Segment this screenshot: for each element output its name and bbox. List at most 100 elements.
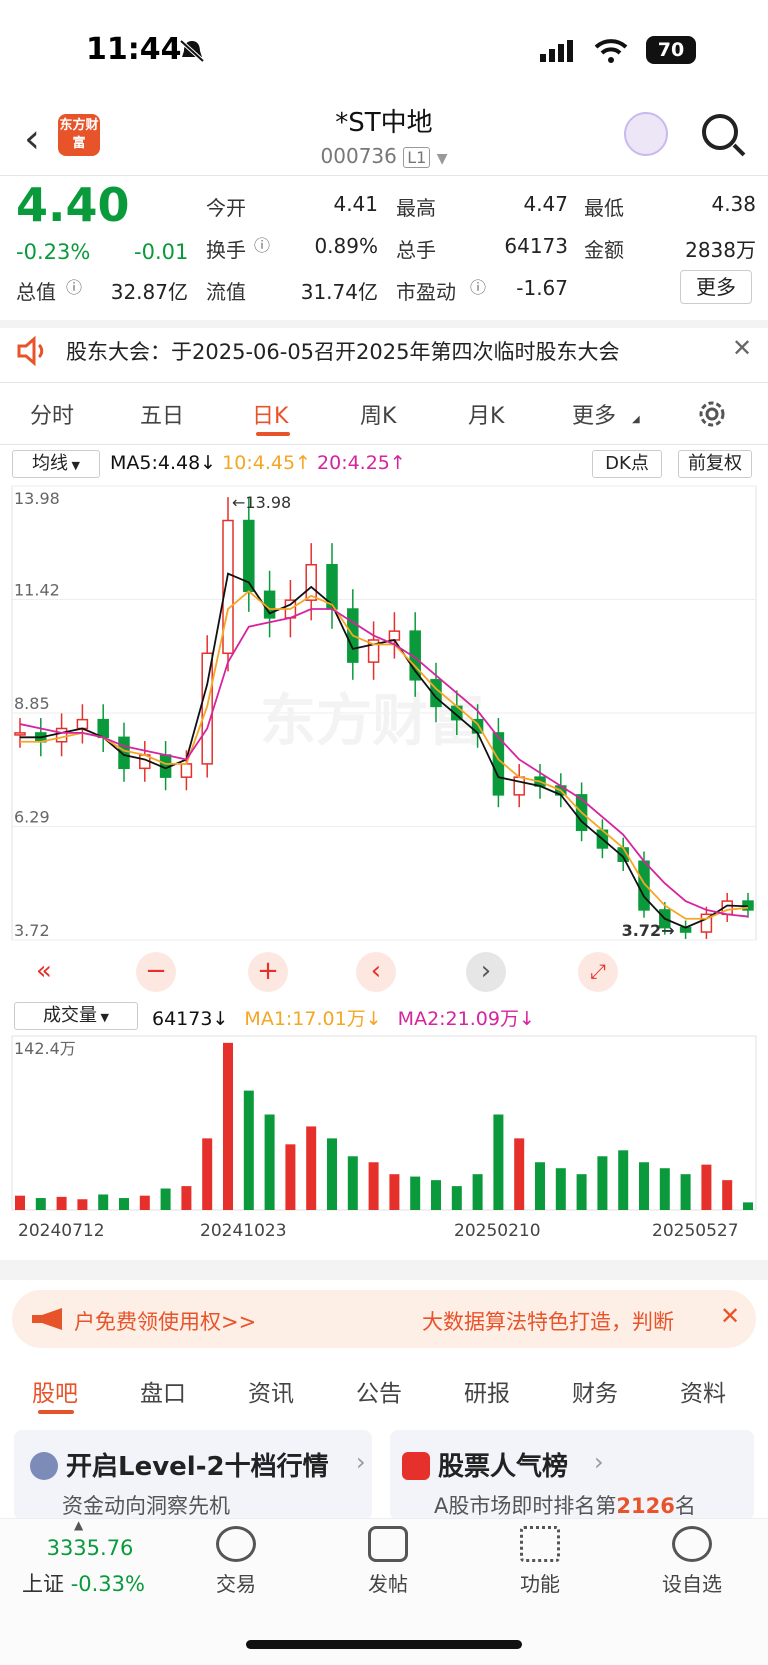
- subtab-announcements[interactable]: 公告: [356, 1374, 402, 1408]
- notice-text[interactable]: 股东大会：于2025-06-05召开2025年第四次临时股东大会: [66, 336, 619, 366]
- info-icon[interactable]: ⓘ: [66, 274, 82, 298]
- subtab-news[interactable]: 资讯: [248, 1374, 294, 1408]
- volume-max-label: 142.4万: [14, 1039, 76, 1058]
- index-value[interactable]: 3335.76: [30, 1536, 150, 1560]
- search-icon[interactable]: [702, 114, 738, 150]
- volume-bar: [181, 1186, 192, 1210]
- tab-monthly-k[interactable]: 月K: [468, 398, 504, 430]
- tab-weekly-k[interactable]: 周K: [360, 398, 396, 430]
- zoom-out-icon[interactable]: −: [136, 952, 176, 992]
- volume-current: 64173↓: [152, 1008, 229, 1030]
- float-cap-label: 流值: [206, 280, 246, 304]
- nav-watchlist[interactable]: 设自选: [642, 1568, 742, 1597]
- zoom-in-icon[interactable]: +: [248, 952, 288, 992]
- adjust-button[interactable]: 前复权: [678, 450, 752, 478]
- level2-subtitle: 资金动向洞察先机: [62, 1494, 230, 1518]
- promo-left-text: 户免费领使用权>>: [74, 1310, 257, 1334]
- level2-card[interactable]: 开启Level-2十档行情 › 资金动向洞察先机: [14, 1430, 372, 1520]
- index-row[interactable]: 上证 -0.33%: [22, 1568, 145, 1598]
- volume-bar: [451, 1186, 462, 1210]
- volume-bar: [264, 1114, 275, 1210]
- volume-bar: [514, 1138, 525, 1210]
- close-icon[interactable]: ✕: [720, 1302, 740, 1330]
- subtab-pankou[interactable]: 盘口: [140, 1374, 186, 1408]
- watermark: 东方财富: [260, 689, 484, 754]
- volume-bar: [243, 1090, 254, 1210]
- dk-point-label: DK点: [605, 453, 649, 474]
- subtab-guba[interactable]: 股吧: [32, 1374, 78, 1408]
- subtab-finance[interactable]: 财务: [572, 1374, 618, 1408]
- index-pct: -0.33%: [70, 1572, 145, 1596]
- volume-indicator-select[interactable]: 成交量 ▼: [14, 1002, 138, 1030]
- low-value: 4.38: [711, 192, 756, 216]
- level-badge: L1: [403, 147, 431, 168]
- high-marker: ←13.98: [232, 493, 291, 512]
- tab-underline: [256, 432, 290, 436]
- watchlist-icon[interactable]: [672, 1526, 712, 1562]
- volume-bar: [389, 1174, 400, 1210]
- home-indicator: [246, 1640, 522, 1649]
- nav-post[interactable]: 发帖: [338, 1568, 438, 1597]
- volume-bar: [535, 1162, 545, 1210]
- chevron-down-icon: ▼: [97, 1011, 109, 1024]
- index-name: 上证: [22, 1572, 64, 1596]
- functions-icon[interactable]: [520, 1526, 560, 1562]
- chevron-down-icon: ▼: [68, 459, 80, 472]
- robot-assistant-icon[interactable]: [624, 112, 668, 156]
- trade-icon[interactable]: [216, 1526, 256, 1562]
- volume-legend: 64173↓ MA1:17.01万↓ MA2:21.09万↓: [152, 1004, 535, 1031]
- volume-bar: [555, 1168, 566, 1210]
- candle-body: [97, 718, 109, 739]
- kline-chart[interactable]: 13.98 11.42 8.85 6.29 3.72 东方财富 ←13.98 3.72→: [0, 480, 768, 1000]
- low-label: 最低: [584, 196, 624, 220]
- last-price: 4.40: [16, 178, 130, 232]
- tab-intraday[interactable]: 分时: [30, 398, 74, 430]
- subtab-profile[interactable]: 资料: [680, 1374, 726, 1408]
- fast-back-icon[interactable]: «: [36, 956, 52, 986]
- vol-ma2: MA2:21.09万↓: [397, 1008, 535, 1030]
- volume-bar: [202, 1138, 213, 1210]
- fullscreen-icon[interactable]: ⤢: [578, 952, 618, 992]
- candle-body: [76, 718, 89, 730]
- indicator-select[interactable]: 均线 ▼: [12, 450, 100, 478]
- post-icon[interactable]: [368, 1526, 408, 1562]
- tab-five-day[interactable]: 五日: [140, 398, 184, 430]
- pan-right-icon[interactable]: ›: [466, 952, 506, 992]
- volume-bar: [347, 1156, 358, 1210]
- y-tick-label: 3.72: [14, 921, 50, 940]
- tab-more[interactable]: 更多: [572, 398, 616, 430]
- low-marker: 3.72→: [622, 921, 675, 940]
- volume-bar: [368, 1162, 379, 1210]
- volume-bar: [659, 1168, 670, 1210]
- candle-body: [388, 630, 401, 641]
- open-label: 今开: [206, 196, 246, 220]
- dk-point-button[interactable]: DK点: [592, 450, 662, 478]
- volume-chart[interactable]: 142.4万 20240712 20241023 20250210 20250527: [0, 1032, 768, 1242]
- nav-trade[interactable]: 交易: [186, 1568, 286, 1597]
- volume-bar: [597, 1156, 608, 1210]
- close-icon[interactable]: ✕: [732, 334, 752, 362]
- info-icon[interactable]: ⓘ: [254, 232, 270, 256]
- volume-bar: [472, 1174, 483, 1210]
- popularity-sub-prefix: A股市场即时排名第: [434, 1494, 617, 1518]
- subtab-research[interactable]: 研报: [464, 1374, 510, 1408]
- battery-indicator: 70: [646, 36, 696, 64]
- ma10-value: 10:4.45↑: [222, 452, 311, 474]
- tab-daily-k[interactable]: 日K: [252, 398, 288, 430]
- pe-value: -1.67: [516, 276, 568, 300]
- volume-bar: [431, 1180, 441, 1210]
- pe-label: 市盈动: [396, 280, 456, 304]
- ma20-value: 20:4.25↑: [317, 452, 406, 474]
- level2-title: 开启Level-2十档行情: [66, 1452, 329, 1482]
- nav-functions[interactable]: 功能: [490, 1568, 590, 1597]
- promo-banner[interactable]: 户免费领使用权>> 大数据算法特色打造，判断 ✕: [12, 1290, 756, 1348]
- info-icon[interactable]: ⓘ: [470, 274, 486, 298]
- popularity-card[interactable]: 股票人气榜 › A股市场即时排名第2126名: [390, 1430, 754, 1520]
- more-button[interactable]: 更多: [680, 270, 752, 304]
- pan-left-icon[interactable]: ‹: [356, 952, 396, 992]
- volume-bar: [743, 1202, 753, 1210]
- float-cap-value: 31.74亿: [300, 280, 378, 304]
- open-value: 4.41: [333, 192, 378, 216]
- gear-icon[interactable]: [696, 398, 728, 430]
- popularity-rank: 2126: [616, 1494, 675, 1518]
